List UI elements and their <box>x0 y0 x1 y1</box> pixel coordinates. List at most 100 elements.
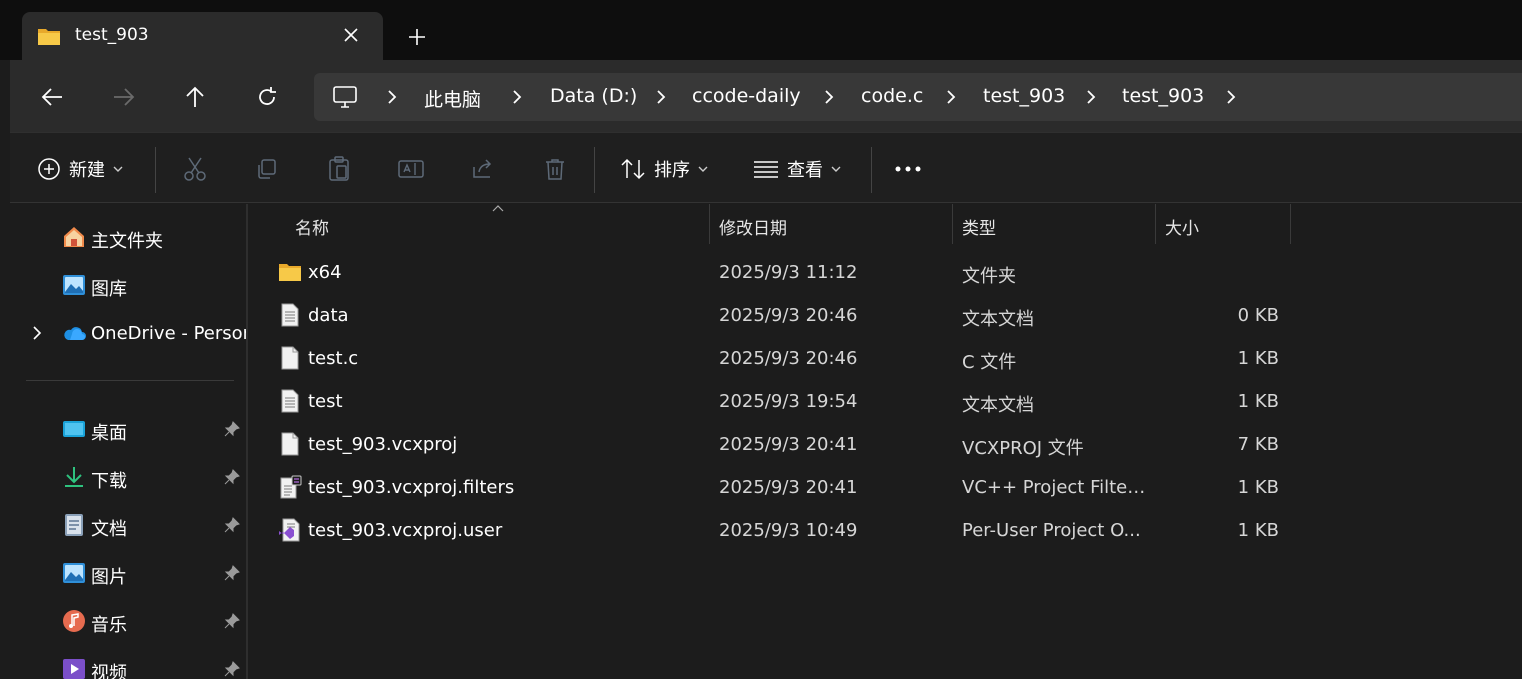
sidebar-item-downloads[interactable]: 下载 <box>10 457 246 497</box>
pin-icon[interactable] <box>224 421 240 437</box>
back-button[interactable] <box>34 80 70 114</box>
sidebar-item-gallery[interactable]: 图库 <box>10 265 246 305</box>
column-divider[interactable] <box>1155 204 1156 244</box>
tab-test-903[interactable]: test_903 <box>22 12 383 60</box>
trash-icon <box>546 159 564 180</box>
sidebar-item-desktop[interactable]: 桌面 <box>10 409 246 449</box>
chevron-right-icon[interactable] <box>822 88 836 106</box>
table-row[interactable]: test_903.vcxproj 2025/9/3 20:41 VCXPROJ … <box>250 423 1522 466</box>
arrow-right-icon <box>114 88 135 106</box>
text-file-icon <box>281 389 299 413</box>
toolbar-divider <box>155 147 156 193</box>
table-row[interactable]: test 2025/9/3 19:54 文本文档 1 KB <box>250 380 1522 423</box>
filters-file-icon <box>280 475 302 499</box>
breadcrumb-code-c[interactable]: code.c <box>861 85 923 107</box>
sidebar-item-label: 图片 <box>91 567 127 588</box>
chevron-right-icon[interactable] <box>944 88 958 106</box>
sidebar-item-videos[interactable]: 视频 <box>10 649 246 679</box>
column-header-size[interactable]: 大小 <box>1165 204 1199 244</box>
up-button[interactable] <box>177 80 213 114</box>
file-size: 1 KB <box>1237 477 1279 498</box>
file-type: C 文件 <box>962 352 1017 373</box>
file-size: 0 KB <box>1237 305 1279 326</box>
copy-button[interactable] <box>255 155 279 183</box>
vs-user-file-icon <box>279 518 300 542</box>
refresh-button[interactable] <box>249 80 285 114</box>
column-divider[interactable] <box>952 204 953 244</box>
sidebar-item-pictures[interactable]: 图片 <box>10 553 246 593</box>
sidebar-item-label: 主文件夹 <box>91 231 163 252</box>
file-name: test.c <box>308 348 359 369</box>
download-icon <box>65 467 83 487</box>
breadcrumb-data-drive[interactable]: Data (D:) <box>550 85 637 107</box>
paste-button[interactable] <box>327 155 351 183</box>
rename-button[interactable] <box>398 155 424 183</box>
breadcrumb-test-903-parent[interactable]: test_903 <box>983 85 1065 107</box>
file-name: test_903.vcxproj.filters <box>308 477 515 498</box>
file-type: 文件夹 <box>962 266 1016 287</box>
plus-icon <box>409 29 425 45</box>
chevron-right-icon[interactable] <box>30 325 44 341</box>
delete-button[interactable] <box>543 155 567 183</box>
breadcrumb-test-903-current[interactable]: test_903 <box>1122 85 1204 107</box>
table-row[interactable]: test.c 2025/9/3 20:46 C 文件 1 KB <box>250 337 1522 380</box>
sort-button[interactable]: 排序 <box>620 155 708 183</box>
column-header-type[interactable]: 类型 <box>962 204 996 244</box>
sort-icon <box>621 158 645 180</box>
file-name: test_903.vcxproj <box>308 434 458 455</box>
sidebar-item-label: 视频 <box>91 663 127 679</box>
address-bar[interactable]: 此电脑 Data (D:) ccode-daily code.c test_90… <box>314 73 1522 121</box>
sidebar-item-music[interactable]: 音乐 <box>10 601 246 641</box>
share-button[interactable] <box>471 155 495 183</box>
column-header-name[interactable]: 名称 <box>295 204 329 244</box>
column-divider[interactable] <box>1290 204 1291 244</box>
sidebar-item-onedrive[interactable]: OneDrive - Personal <box>10 313 246 353</box>
table-row[interactable]: data 2025/9/3 20:46 文本文档 0 KB <box>250 294 1522 337</box>
column-header-date[interactable]: 修改日期 <box>719 204 787 244</box>
forward-button[interactable] <box>106 80 142 114</box>
table-row[interactable]: test_903.vcxproj.filters 2025/9/3 20:41 … <box>250 466 1522 509</box>
chevron-right-icon[interactable] <box>1084 88 1098 106</box>
sidebar-item-label: 音乐 <box>91 615 127 636</box>
more-options-button[interactable] <box>894 155 922 183</box>
file-type: VCXPROJ 文件 <box>962 438 1084 459</box>
table-row[interactable]: test_903.vcxproj.user 2025/9/3 10:49 Per… <box>250 509 1522 552</box>
chevron-right-icon[interactable] <box>510 88 524 106</box>
new-tab-button[interactable] <box>402 22 432 52</box>
chevron-right-icon[interactable] <box>1224 88 1238 106</box>
breadcrumb-this-pc[interactable]: 此电脑 <box>424 85 481 112</box>
new-label: 新建 <box>69 160 105 181</box>
tab-close-button[interactable] <box>338 22 364 48</box>
more-icon <box>895 166 921 172</box>
view-button[interactable]: 查看 <box>753 155 841 183</box>
pin-icon[interactable] <box>224 517 240 533</box>
pin-icon[interactable] <box>224 565 240 581</box>
gallery-icon <box>63 275 85 295</box>
pin-icon[interactable] <box>224 613 240 629</box>
pin-icon[interactable] <box>224 469 240 485</box>
file-size: 1 KB <box>1237 348 1279 369</box>
file-size: 7 KB <box>1237 434 1279 455</box>
file-date: 2025/9/3 20:46 <box>719 348 858 369</box>
chevron-down-icon <box>113 166 123 172</box>
breadcrumb-ccode-daily[interactable]: ccode-daily <box>692 85 801 107</box>
table-row[interactable]: x64 2025/9/3 11:12 文件夹 <box>250 251 1522 294</box>
documents-icon <box>65 514 83 536</box>
music-icon <box>63 610 85 632</box>
sidebar-item-label: 下载 <box>91 471 127 492</box>
close-icon <box>344 28 358 42</box>
cut-button[interactable] <box>183 155 207 183</box>
new-button[interactable]: 新建 <box>37 155 123 183</box>
pin-icon[interactable] <box>224 661 240 677</box>
title-bar: test_903 <box>0 0 1522 60</box>
chevron-right-icon <box>388 90 397 104</box>
chevron-right-icon[interactable] <box>654 88 668 106</box>
blank-file-icon <box>281 432 299 456</box>
column-divider[interactable] <box>709 204 710 244</box>
text-file-icon <box>281 303 299 327</box>
file-type: Per-User Project O... <box>962 520 1141 541</box>
sidebar-item-home[interactable]: 主文件夹 <box>10 217 246 257</box>
sidebar-item-documents[interactable]: 文档 <box>10 505 246 545</box>
file-date: 2025/9/3 11:12 <box>719 262 858 283</box>
sidebar-item-label: OneDrive - Personal <box>91 323 246 344</box>
